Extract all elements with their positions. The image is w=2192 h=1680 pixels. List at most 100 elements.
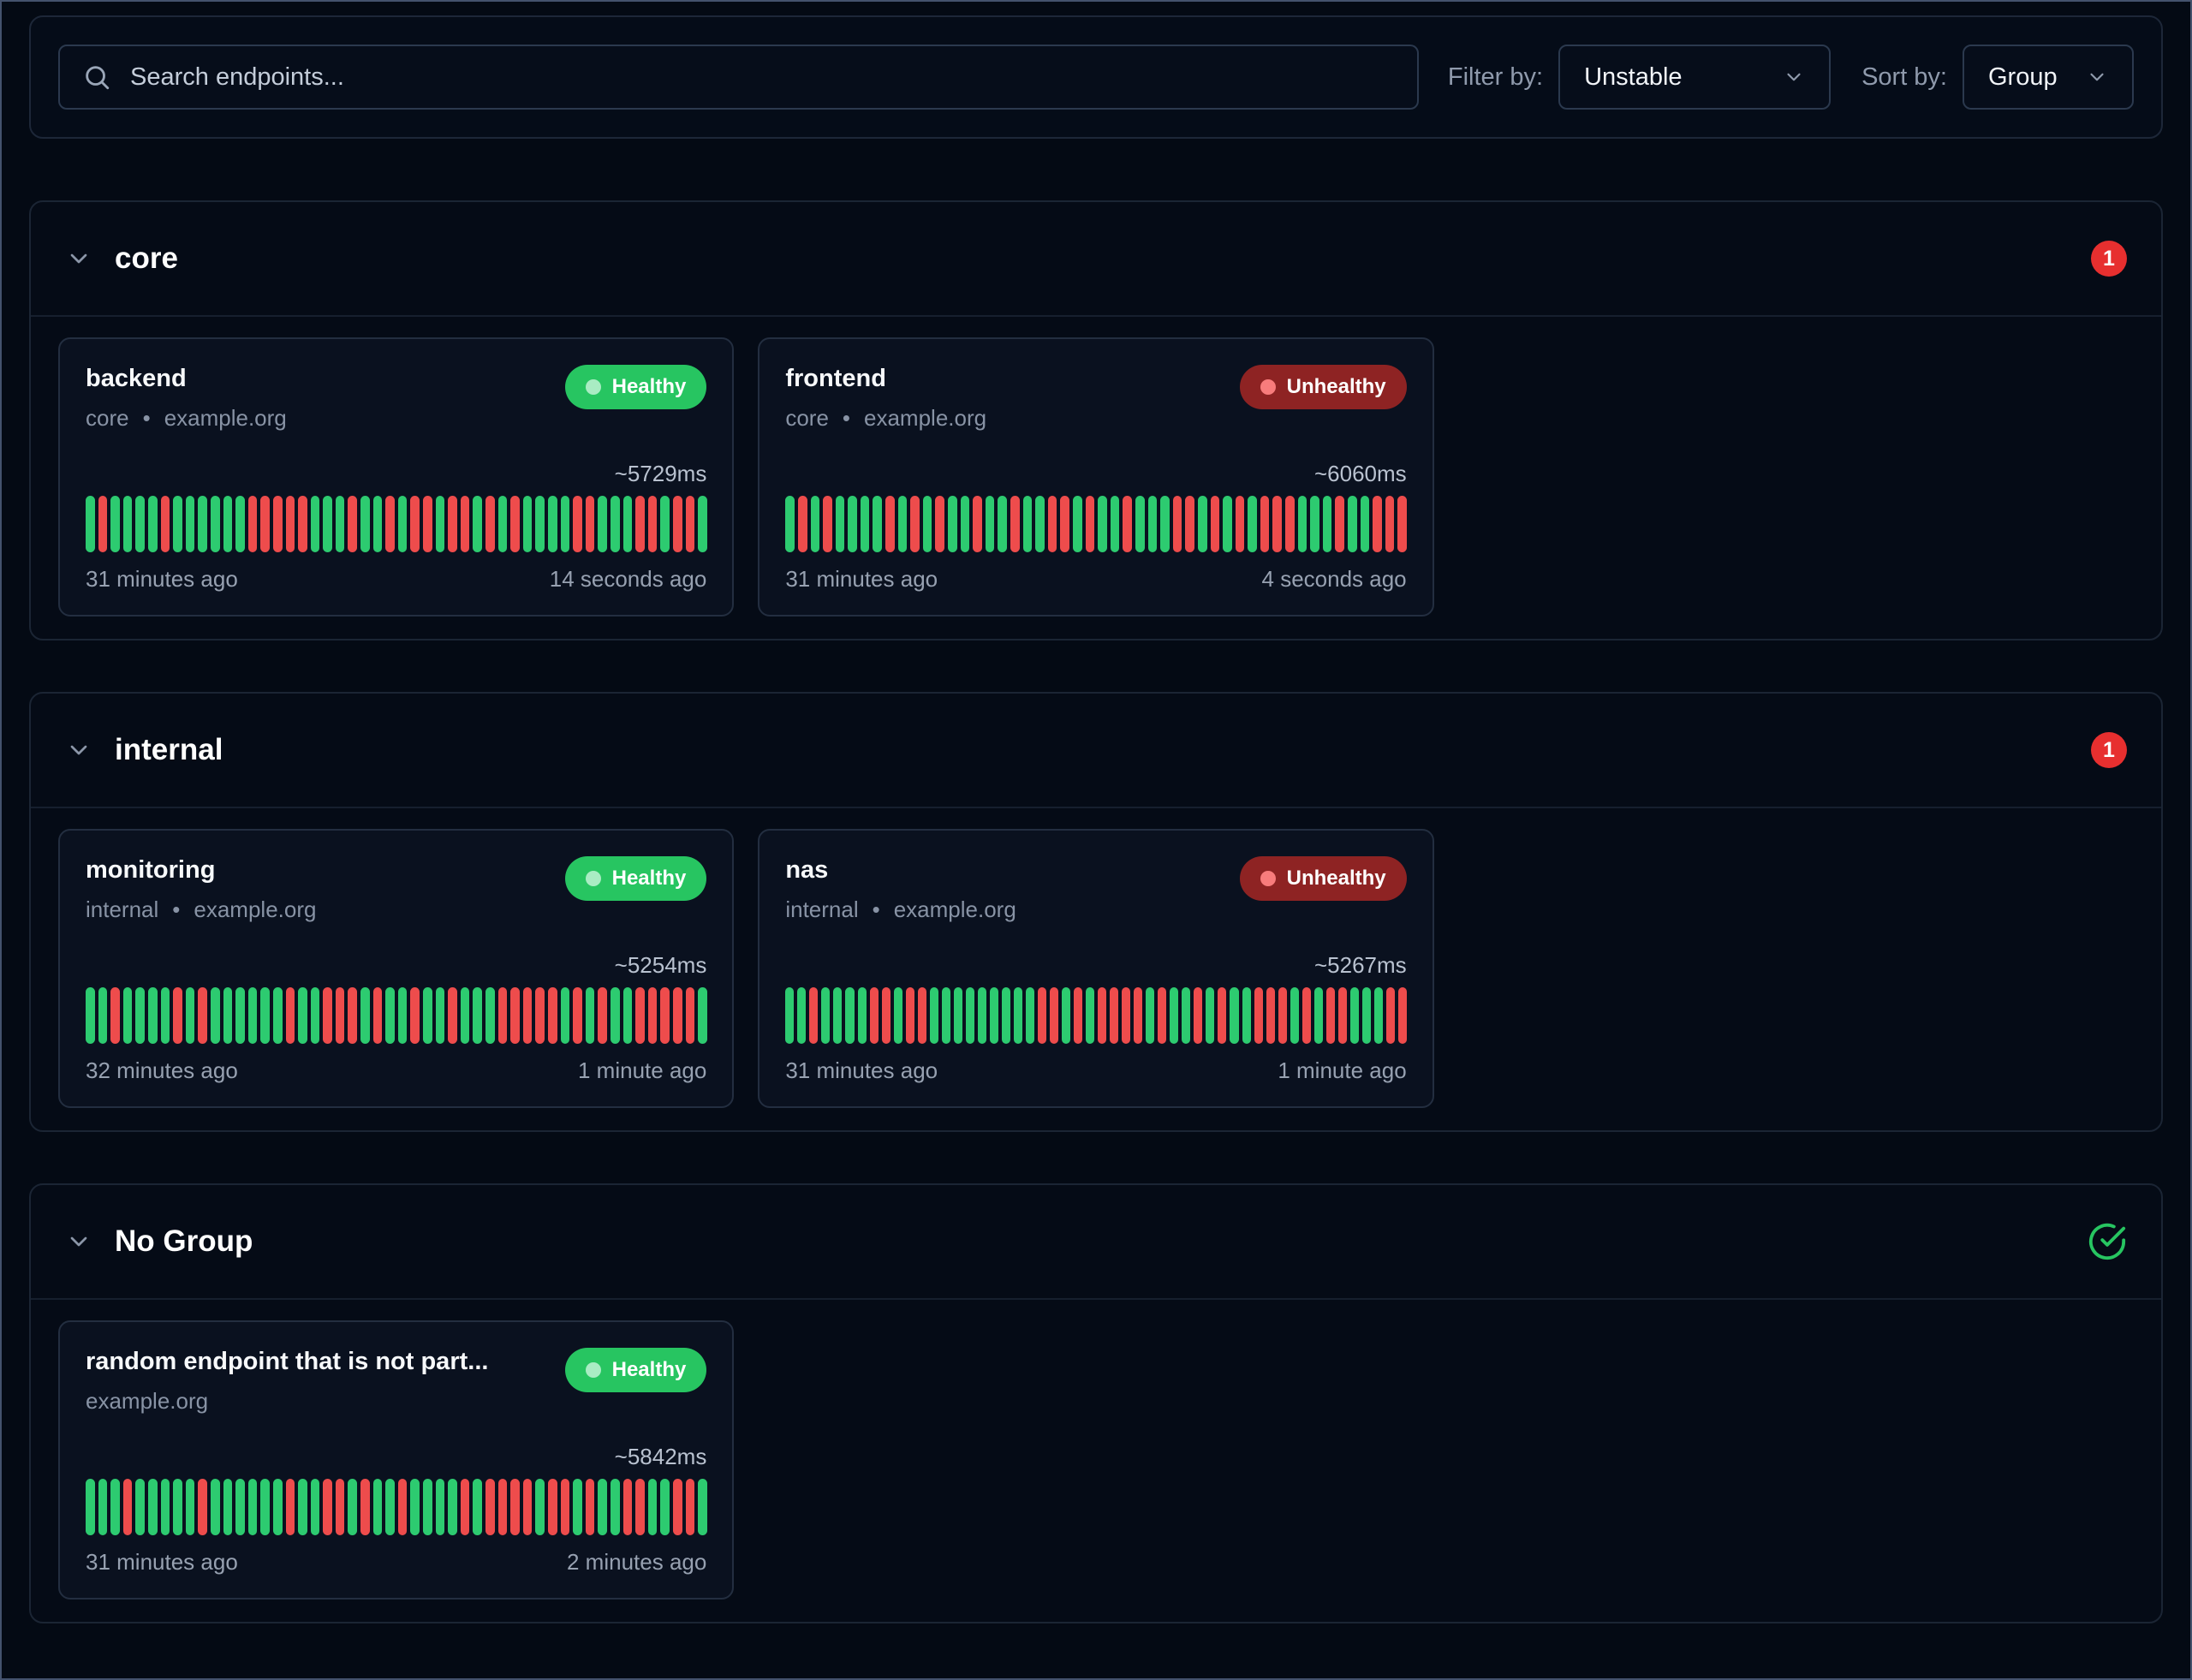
uptime-bar[interactable]: [648, 987, 658, 1044]
uptime-bar[interactable]: [698, 496, 707, 552]
uptime-bar[interactable]: [1206, 987, 1214, 1044]
sort-dropdown[interactable]: Group: [1963, 45, 2134, 110]
uptime-bar[interactable]: [1073, 496, 1082, 552]
uptime-bar[interactable]: [1023, 496, 1033, 552]
uptime-bar[interactable]: [1260, 496, 1270, 552]
uptime-bar[interactable]: [821, 987, 830, 1044]
uptime-bar[interactable]: [423, 496, 432, 552]
uptime-bar[interactable]: [811, 496, 820, 552]
uptime-bar[interactable]: [448, 1479, 457, 1535]
uptime-bar[interactable]: [1086, 496, 1095, 552]
uptime-bar[interactable]: [448, 987, 457, 1044]
uptime-bar[interactable]: [260, 987, 270, 1044]
uptime-bar[interactable]: [1223, 496, 1232, 552]
uptime-bar[interactable]: [1398, 987, 1407, 1044]
uptime-bar[interactable]: [1086, 987, 1094, 1044]
uptime-bar[interactable]: [198, 987, 207, 1044]
uptime-bar[interactable]: [611, 496, 620, 552]
uptime-bar[interactable]: [1014, 987, 1022, 1044]
uptime-bar[interactable]: [1385, 496, 1395, 552]
uptime-bar[interactable]: [286, 1479, 295, 1535]
uptime-bar[interactable]: [148, 496, 158, 552]
uptime-bar[interactable]: [161, 496, 170, 552]
uptime-bar[interactable]: [873, 496, 882, 552]
uptime-bar[interactable]: [1361, 496, 1370, 552]
uptime-bar[interactable]: [211, 987, 220, 1044]
uptime-bar[interactable]: [973, 496, 982, 552]
uptime-bar[interactable]: [1122, 987, 1130, 1044]
uptime-bar[interactable]: [110, 987, 120, 1044]
uptime-bar[interactable]: [1242, 987, 1251, 1044]
uptime-bar[interactable]: [998, 496, 1007, 552]
uptime-bar[interactable]: [410, 496, 420, 552]
uptime-bar[interactable]: [573, 496, 582, 552]
uptime-bar[interactable]: [1272, 496, 1282, 552]
uptime-bar[interactable]: [336, 496, 345, 552]
uptime-bar[interactable]: [635, 1479, 645, 1535]
uptime-bar[interactable]: [586, 496, 595, 552]
uptime-bar[interactable]: [461, 1479, 470, 1535]
uptime-bar[interactable]: [660, 496, 670, 552]
uptime-bar[interactable]: [86, 1479, 95, 1535]
uptime-bar[interactable]: [211, 1479, 220, 1535]
uptime-bar[interactable]: [235, 987, 245, 1044]
uptime-bar[interactable]: [311, 496, 320, 552]
uptime-bar[interactable]: [336, 1479, 345, 1535]
uptime-bar[interactable]: [798, 496, 807, 552]
uptime-bar[interactable]: [966, 987, 974, 1044]
uptime-bar[interactable]: [942, 987, 950, 1044]
uptime-bar[interactable]: [535, 987, 545, 1044]
uptime-bar[interactable]: [323, 987, 332, 1044]
uptime-bar[interactable]: [373, 987, 383, 1044]
uptime-bar[interactable]: [573, 1479, 582, 1535]
uptime-bar[interactable]: [948, 496, 957, 552]
uptime-bar[interactable]: [1135, 496, 1145, 552]
uptime-bar[interactable]: [611, 987, 620, 1044]
uptime-bar[interactable]: [336, 987, 345, 1044]
uptime-bar[interactable]: [98, 496, 108, 552]
uptime-bar[interactable]: [635, 496, 645, 552]
uptime-bar[interactable]: [910, 496, 920, 552]
uptime-bar[interactable]: [373, 1479, 383, 1535]
uptime-bar[interactable]: [686, 1479, 695, 1535]
uptime-bar[interactable]: [523, 1479, 533, 1535]
uptime-bar[interactable]: [898, 496, 908, 552]
uptime-bar[interactable]: [360, 496, 370, 552]
uptime-bar[interactable]: [235, 496, 245, 552]
uptime-bar[interactable]: [273, 496, 283, 552]
uptime-bar[interactable]: [1198, 496, 1207, 552]
uptime-bar[interactable]: [548, 496, 557, 552]
uptime-bar[interactable]: [1230, 987, 1238, 1044]
uptime-bar[interactable]: [1248, 496, 1257, 552]
uptime-bar[interactable]: [123, 496, 133, 552]
uptime-bar[interactable]: [298, 496, 307, 552]
group-header[interactable]: core 1: [31, 202, 2161, 317]
uptime-bar[interactable]: [311, 987, 320, 1044]
uptime-bar[interactable]: [173, 496, 182, 552]
uptime-bar[interactable]: [498, 496, 508, 552]
uptime-bar[interactable]: [198, 496, 207, 552]
uptime-bar[interactable]: [286, 987, 295, 1044]
uptime-bar[interactable]: [410, 1479, 420, 1535]
uptime-bar[interactable]: [86, 987, 95, 1044]
uptime-bar[interactable]: [110, 496, 120, 552]
uptime-bar[interactable]: [698, 987, 707, 1044]
uptime-bar[interactable]: [135, 987, 145, 1044]
uptime-bar[interactable]: [311, 1479, 320, 1535]
uptime-bar[interactable]: [436, 1479, 445, 1535]
uptime-bar[interactable]: [561, 496, 570, 552]
uptime-bar[interactable]: [173, 987, 182, 1044]
uptime-bar[interactable]: [548, 1479, 557, 1535]
uptime-bar[interactable]: [223, 1479, 233, 1535]
uptime-bar[interactable]: [186, 1479, 195, 1535]
uptime-bar[interactable]: [423, 987, 432, 1044]
uptime-bar[interactable]: [586, 987, 595, 1044]
filter-dropdown[interactable]: Unstable: [1558, 45, 1831, 110]
uptime-bar[interactable]: [173, 1479, 182, 1535]
uptime-bar[interactable]: [1285, 496, 1295, 552]
search-input[interactable]: [130, 63, 1395, 92]
uptime-bar[interactable]: [1326, 987, 1335, 1044]
uptime-bar[interactable]: [978, 987, 986, 1044]
uptime-bar[interactable]: [1310, 496, 1319, 552]
uptime-bar[interactable]: [461, 987, 470, 1044]
